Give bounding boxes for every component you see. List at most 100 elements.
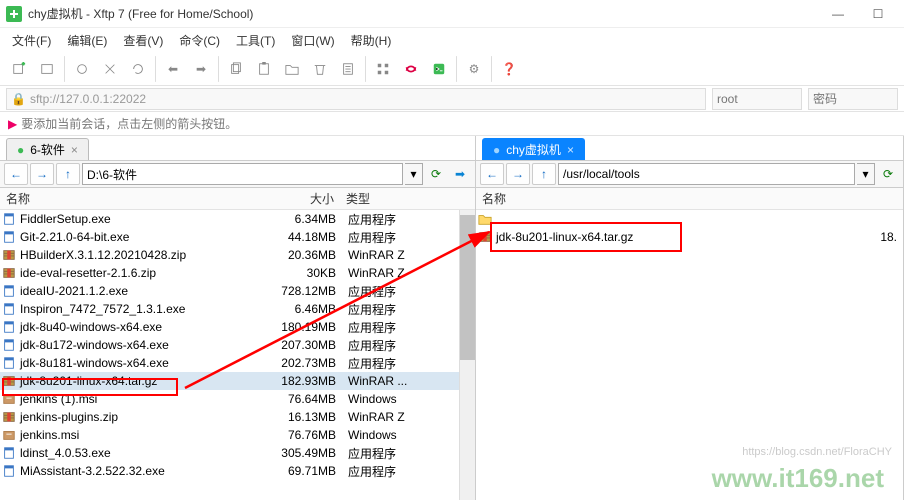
file-name-cell: jenkins.msi [2, 428, 262, 442]
file-size-cell: 182.93MB [262, 374, 342, 388]
path-dropdown-icon[interactable]: ▾ [857, 163, 875, 185]
nav-forward-icon[interactable]: → [506, 163, 530, 185]
file-name-cell: jdk-8u172-windows-x64.exe [2, 338, 262, 352]
table-row[interactable]: ide-eval-resetter-2.1.6.zip30KBWinRAR Z [0, 264, 459, 282]
nav-up-icon[interactable]: ↑ [56, 163, 80, 185]
file-size-cell: 728.12MB [262, 284, 342, 298]
remote-tab[interactable]: ● chy虚拟机 × [482, 138, 585, 160]
nav-back-icon[interactable]: ← [480, 163, 504, 185]
table-row[interactable]: jdk-8u40-windows-x64.exe180.19MB应用程序 [0, 318, 459, 336]
table-row[interactable]: jdk-8u172-windows-x64.exe207.30MB应用程序 [0, 336, 459, 354]
username-input[interactable] [712, 88, 802, 110]
menu-file[interactable]: 文件(F) [6, 30, 57, 51]
table-row[interactable]: jenkins-plugins.zip16.13MBWinRAR Z [0, 408, 459, 426]
file-name-cell: Inspiron_7472_7572_1.3.1.exe [2, 302, 262, 316]
go-icon[interactable]: ➡ [449, 163, 471, 185]
remote-tab-label: chy虚拟机 [506, 141, 561, 158]
file-type-cell: 应用程序 [342, 445, 459, 462]
nav-back-icon[interactable]: ← [4, 163, 28, 185]
remote-file-list[interactable]: jdk-8u201-linux-x64.tar.gz18. [476, 210, 903, 500]
path-dropdown-icon[interactable]: ▾ [405, 163, 423, 185]
new-folder-icon[interactable] [279, 56, 305, 82]
local-file-list[interactable]: FiddlerSetup.exe6.34MB应用程序Git-2.21.0-64-… [0, 210, 459, 500]
hint-text: 要添加当前会话，点击左侧的箭头按钮。 [21, 115, 237, 132]
menu-cmd[interactable]: 命令(C) [173, 30, 226, 51]
refresh-icon[interactable]: ⟳ [425, 163, 447, 185]
menu-tools[interactable]: 工具(T) [230, 30, 281, 51]
nav-up-icon[interactable]: ↑ [532, 163, 556, 185]
table-row[interactable]: Inspiron_7472_7572_1.3.1.exe6.46MB应用程序 [0, 300, 459, 318]
col-size[interactable]: 大小 [260, 190, 340, 207]
col-type[interactable]: 类型 [340, 190, 475, 207]
col-name[interactable]: 名称 [0, 190, 260, 207]
connect-icon[interactable] [69, 56, 95, 82]
table-row[interactable]: jenkins.msi76.76MBWindows [0, 426, 459, 444]
open-session-icon[interactable] [34, 56, 60, 82]
toolbar: ⬅ ➡ ⚙ ❓ [0, 52, 904, 86]
nav-forward-icon[interactable]: → [30, 163, 54, 185]
file-type-cell: 应用程序 [342, 301, 459, 318]
file-type-cell: 应用程序 [342, 337, 459, 354]
menu-edit[interactable]: 编辑(E) [61, 30, 113, 51]
file-name-cell: jdk-8u201-linux-x64.tar.gz [478, 230, 873, 244]
forward-icon[interactable]: ➡ [188, 56, 214, 82]
col-name[interactable]: 名称 [476, 190, 903, 207]
password-input[interactable] [808, 88, 898, 110]
copy-icon[interactable] [223, 56, 249, 82]
view-icon[interactable] [370, 56, 396, 82]
menu-help[interactable]: 帮助(H) [345, 30, 398, 51]
table-row[interactable]: ideaIU-2021.1.2.exe728.12MB应用程序 [0, 282, 459, 300]
file-name-cell: jenkins (1).msi [2, 392, 262, 406]
refresh-icon[interactable]: ⟳ [877, 163, 899, 185]
close-icon[interactable]: × [567, 143, 574, 157]
file-name-cell: MiAssistant-3.2.522.32.exe [2, 464, 262, 478]
file-name-cell [478, 212, 903, 226]
local-path-input[interactable] [82, 163, 403, 185]
file-size-cell: 202.73MB [262, 356, 342, 370]
table-row[interactable]: jenkins (1).msi76.64MBWindows [0, 390, 459, 408]
file-name-cell: jdk-8u201-linux-x64.tar.gz [2, 374, 262, 388]
maximize-button[interactable]: ☐ [858, 0, 898, 28]
separator [218, 56, 219, 82]
file-name-cell: ldinst_4.0.53.exe [2, 446, 262, 460]
disconnect-icon[interactable] [97, 56, 123, 82]
file-size-cell: 76.76MB [262, 428, 342, 442]
help-icon[interactable]: ❓ [496, 56, 522, 82]
reconnect-icon[interactable] [125, 56, 151, 82]
remote-path-input[interactable] [558, 163, 855, 185]
table-row[interactable]: HBuilderX.3.1.12.20210428.zip20.36MBWinR… [0, 246, 459, 264]
file-size-cell: 6.46MB [262, 302, 342, 316]
menu-view[interactable]: 查看(V) [117, 30, 169, 51]
table-row[interactable]: Git-2.21.0-64-bit.exe44.18MB应用程序 [0, 228, 459, 246]
file-type-cell: Windows [342, 428, 459, 442]
menu-window[interactable]: 窗口(W) [285, 30, 340, 51]
table-row[interactable]: jdk-8u201-linux-x64.tar.gz18. [476, 228, 903, 246]
dot-icon: ● [493, 143, 500, 157]
close-icon[interactable]: × [71, 143, 78, 157]
file-name-cell: FiddlerSetup.exe [2, 212, 262, 226]
file-type-cell: 应用程序 [342, 319, 459, 336]
properties-icon[interactable] [335, 56, 361, 82]
local-tab-label: 6-软件 [30, 141, 65, 158]
table-row[interactable]: MiAssistant-3.2.522.32.exe69.71MB应用程序 [0, 462, 459, 480]
table-row[interactable]: jdk-8u181-windows-x64.exe202.73MB应用程序 [0, 354, 459, 372]
delete-icon[interactable] [307, 56, 333, 82]
table-row[interactable]: jdk-8u201-linux-x64.tar.gz182.93MBWinRAR… [0, 372, 459, 390]
separator [365, 56, 366, 82]
scrollbar[interactable] [459, 210, 475, 500]
local-tab[interactable]: ● 6-软件 × [6, 138, 89, 160]
table-row[interactable] [476, 210, 903, 228]
new-session-icon[interactable] [6, 56, 32, 82]
file-name-cell: HBuilderX.3.1.12.20210428.zip [2, 248, 262, 262]
terminal-icon[interactable] [426, 56, 452, 82]
settings-icon[interactable]: ⚙ [461, 56, 487, 82]
minimize-button[interactable]: — [818, 0, 858, 28]
address-box[interactable]: 🔒 sftp://127.0.0.1:22022 [6, 88, 706, 110]
sync-icon[interactable] [398, 56, 424, 82]
file-type-cell: 应用程序 [342, 355, 459, 372]
hint-flag-icon: ▶ [8, 117, 17, 131]
table-row[interactable]: FiddlerSetup.exe6.34MB应用程序 [0, 210, 459, 228]
paste-icon[interactable] [251, 56, 277, 82]
table-row[interactable]: ldinst_4.0.53.exe305.49MB应用程序 [0, 444, 459, 462]
back-icon[interactable]: ⬅ [160, 56, 186, 82]
